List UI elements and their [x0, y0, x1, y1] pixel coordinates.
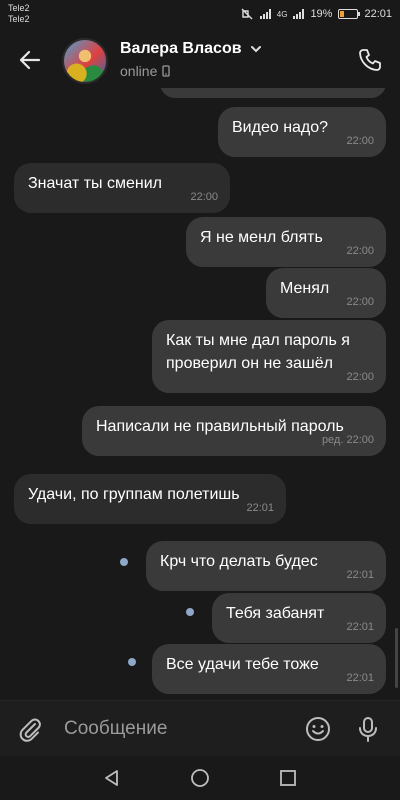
battery-percent: 19% — [310, 8, 333, 20]
message-text: Как ты мне дал пароль я проверил он не з… — [166, 332, 350, 372]
smile-icon — [306, 717, 330, 741]
message-bubble[interactable]: Крч что делать будес 22:01 — [146, 541, 386, 591]
message-time: 22:01 — [246, 502, 274, 514]
message-bubble[interactable]: Менял 22:00 — [266, 268, 386, 318]
message-bubble[interactable]: Тебя забанят 22:01 — [212, 593, 386, 643]
message-time: 22:00 — [346, 245, 374, 257]
attach-button[interactable] — [14, 713, 46, 745]
signal-icon-2 — [293, 9, 305, 19]
message-composer — [0, 700, 400, 756]
system-nav-bar — [0, 756, 400, 800]
message-text: Все удачи тебе тоже — [166, 656, 319, 673]
message-time: 22:00 — [346, 296, 374, 308]
paperclip-icon — [19, 718, 41, 742]
online-status: online — [120, 63, 158, 79]
mute-icon — [241, 8, 253, 20]
message-bubble[interactable]: Значат ты сменил 22:00 — [14, 163, 230, 213]
scrollbar[interactable] — [395, 628, 398, 688]
arrow-left-icon — [19, 50, 41, 70]
voice-message-button[interactable] — [352, 713, 384, 745]
carrier-1: Tele2 — [8, 3, 30, 13]
chat-header: Валера Власов online — [0, 30, 400, 88]
triangle-back-icon — [105, 770, 118, 786]
network-type: 4G — [276, 9, 288, 19]
nav-recents-button[interactable] — [272, 762, 304, 794]
square-recents-icon — [280, 770, 296, 786]
emoji-button[interactable] — [302, 713, 334, 745]
message-text: Удачи, по группам полетишь — [28, 486, 240, 503]
message-bubble[interactable]: Видео надо? 22:00 — [218, 107, 386, 157]
phone-icon — [359, 49, 381, 71]
message-time: 22:01 — [346, 672, 374, 684]
status-bar: Tele2 Tele2 4G 19% 22:01 — [0, 0, 400, 30]
avatar[interactable] — [62, 38, 108, 84]
message-input[interactable] — [56, 711, 286, 747]
microphone-icon — [359, 717, 377, 742]
battery-icon — [338, 9, 361, 19]
message-time: 22:00 — [346, 371, 374, 383]
nav-home-button[interactable] — [184, 762, 216, 794]
back-button[interactable] — [14, 44, 46, 76]
message-time: ред. 22:00 — [321, 434, 374, 446]
call-button[interactable] — [354, 44, 386, 76]
unread-indicator — [128, 658, 136, 666]
message-bubble-partial[interactable] — [160, 88, 386, 98]
message-text: Крч что делать будес — [160, 553, 318, 570]
signal-icon — [259, 9, 271, 19]
message-bubble[interactable]: Написали не правильный пароль ред. 22:00 — [82, 406, 386, 456]
carrier-labels: Tele2 Tele2 — [8, 3, 30, 25]
contact-status: online — [120, 63, 171, 79]
nav-back-button[interactable] — [96, 762, 128, 794]
message-bubble[interactable]: Удачи, по группам полетишь 22:01 — [14, 474, 286, 524]
message-time: 22:00 — [346, 135, 374, 147]
contact-name[interactable]: Валера Власов — [120, 40, 242, 58]
message-time: 22:00 — [190, 191, 218, 203]
message-bubble[interactable]: Я не менл блять 22:00 — [186, 217, 386, 267]
message-bubble[interactable]: Как ты мне дал пароль я проверил он не з… — [152, 320, 386, 393]
message-bubble[interactable]: Все удачи тебе тоже 22:01 — [152, 644, 386, 694]
unread-indicator — [120, 558, 128, 566]
message-list[interactable]: Видео надо? 22:00 Значат ты сменил 22:00… — [0, 88, 400, 700]
message-text: Значат ты сменил — [28, 175, 162, 192]
chevron-down-icon[interactable] — [250, 44, 262, 54]
unread-indicator — [186, 608, 194, 616]
message-time: 22:01 — [346, 569, 374, 581]
clock: 22:01 — [364, 8, 392, 20]
circle-home-icon — [191, 769, 209, 787]
carrier-2: Tele2 — [8, 14, 30, 24]
mobile-icon — [162, 65, 171, 77]
message-time: 22:01 — [346, 621, 374, 633]
status-indicators: 4G 19% 22:01 — [240, 8, 392, 20]
